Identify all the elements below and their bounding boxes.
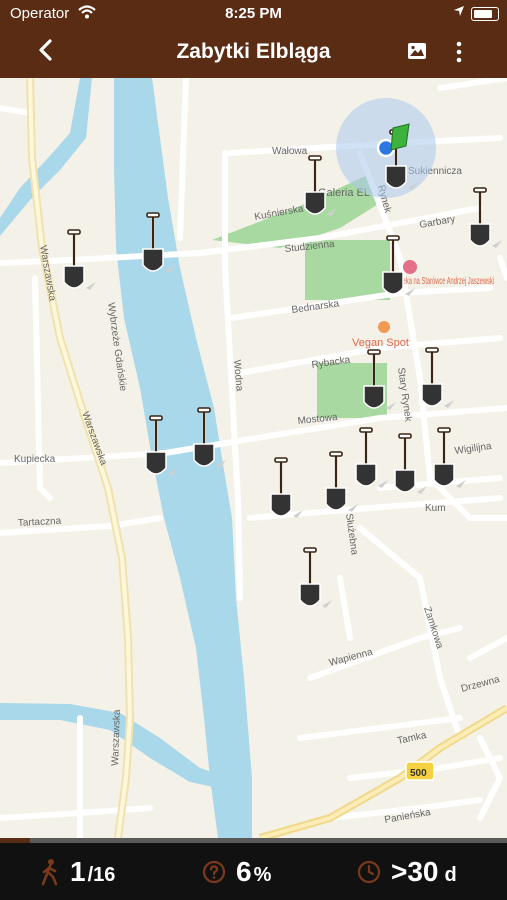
status-bar: Operator 8:25 PM	[0, 0, 507, 28]
street-warszawska-bottom: Warszawska	[110, 709, 123, 766]
visited-count: 1	[70, 856, 86, 887]
map-view[interactable]: Wałowa Sukiennicza Kuśnierska Garbary St…	[0, 78, 507, 838]
clock: 8:25 PM	[225, 5, 282, 22]
poi-vegan: Vegan Spot	[352, 337, 409, 349]
stream-top	[0, 78, 92, 236]
dig-site-marker[interactable]	[298, 546, 334, 610]
progress-bar	[0, 838, 507, 843]
street-kumiecha: Kum	[425, 503, 446, 514]
question-circle-icon	[202, 860, 226, 884]
time-stat: >30 d	[357, 852, 457, 892]
pharmacy-icon	[403, 260, 417, 274]
percent-unit: %	[253, 863, 272, 886]
street-tartaczna: Tartaczna	[18, 516, 62, 529]
street-walowa: Wałowa	[272, 146, 308, 157]
dig-site-marker[interactable]	[354, 426, 390, 490]
clock-icon	[357, 860, 381, 884]
street-zamkowa: Zamkowa	[421, 606, 445, 651]
street-sluzebna: Służebna	[343, 513, 360, 556]
dig-site-marker[interactable]	[420, 346, 456, 410]
restaurant-icon	[378, 321, 390, 333]
road-badge-label: 500	[410, 768, 427, 779]
dig-site-marker[interactable]	[269, 456, 305, 520]
street-wigilijna: Wigilijna	[454, 441, 493, 457]
page-title: Zabytki Elbląga	[176, 40, 331, 63]
time-value: >30	[391, 856, 439, 887]
stats-bar: 1 /16 6 % >30 d	[0, 838, 507, 900]
time-unit: d	[444, 863, 457, 886]
battery-icon	[471, 7, 499, 21]
percent-value: 6	[236, 856, 252, 887]
image-icon[interactable]	[406, 41, 428, 61]
street-drzewna: Drzewna	[460, 674, 501, 695]
street-kupiecka: Kupiecka	[14, 454, 56, 465]
poi-apteka: Apteka na Starówce Andrzej Jaszewski	[394, 276, 494, 287]
walking-person-icon	[41, 859, 58, 886]
more-vertical-icon[interactable]	[455, 40, 463, 64]
nav-bar: Zabytki Elbląga	[0, 28, 507, 78]
map-canvas: Wałowa Sukiennicza Kuśnierska Garbary St…	[0, 78, 507, 838]
street-bednarska: Bednarska	[291, 298, 340, 316]
visited-total: /16	[87, 863, 116, 886]
street-warszawska-top: Warszawska	[37, 245, 58, 303]
progress-fill	[0, 838, 31, 843]
flag-icon[interactable]	[390, 123, 410, 151]
dig-site-marker[interactable]	[468, 186, 504, 250]
dig-site-marker[interactable]	[324, 450, 360, 514]
street-tamka: Tamka	[396, 730, 428, 747]
visited-stat: 1 /16	[40, 852, 115, 892]
location-arrow-icon	[454, 6, 464, 16]
percent-stat: 6 %	[202, 852, 271, 892]
